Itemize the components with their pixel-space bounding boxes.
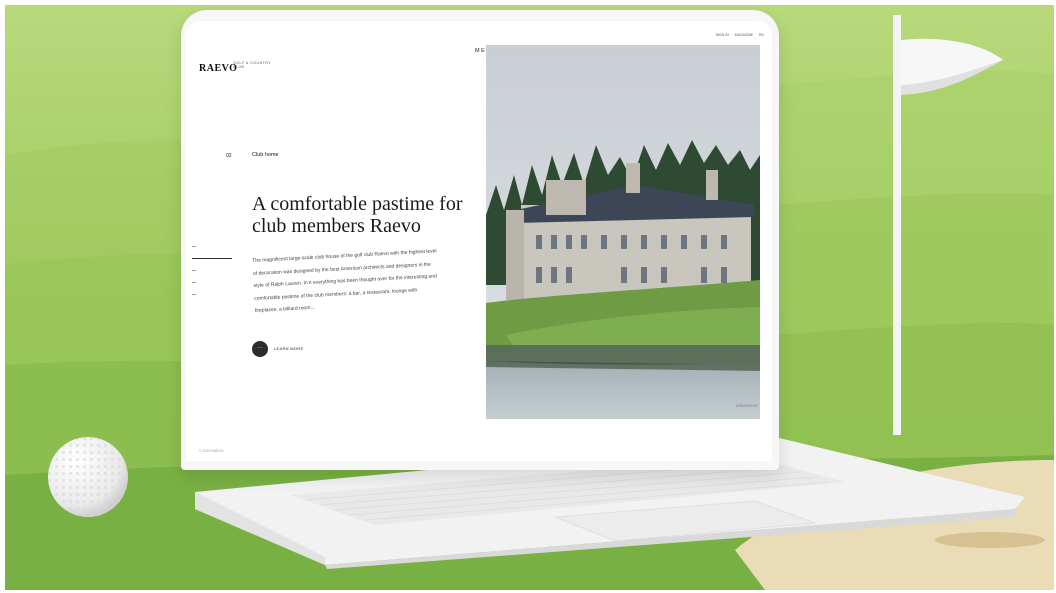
slide-nav-mark[interactable] bbox=[192, 294, 196, 295]
page-headline: A comfortable pastime for club members R… bbox=[252, 193, 463, 237]
section-name: Club home bbox=[252, 152, 279, 158]
learn-more-button[interactable]: ··· bbox=[252, 341, 268, 357]
scene-background: RAEVO GOLF & COUNTRY CLUB MENU SIGN IN M… bbox=[5, 5, 1054, 590]
credits-link[interactable]: CREATED BY bbox=[736, 404, 758, 408]
copyright-text: © 2019 RAEVO bbox=[199, 449, 224, 453]
slide-nav-mark[interactable] bbox=[192, 282, 196, 283]
site-logo[interactable]: RAEVO bbox=[199, 63, 237, 74]
top-nav: SIGN IN MAGAZINE RU bbox=[716, 33, 764, 37]
slide-nav-mark[interactable] bbox=[192, 270, 196, 271]
learn-more-label[interactable]: LEARN MORE bbox=[274, 346, 303, 351]
body-paragraph: The magnificent large-scale club house o… bbox=[252, 248, 437, 314]
section-number: 02 bbox=[226, 153, 232, 159]
golf-flag-icon bbox=[893, 15, 1003, 435]
site-logo-subtitle: GOLF & COUNTRY CLUB bbox=[233, 61, 271, 69]
topnav-language[interactable]: RU bbox=[759, 33, 764, 37]
laptop-screen: RAEVO GOLF & COUNTRY CLUB MENU SIGN IN M… bbox=[186, 21, 772, 461]
slide-nav-active[interactable] bbox=[192, 258, 232, 259]
golf-ball-icon bbox=[48, 437, 128, 517]
slide-nav-mark[interactable] bbox=[192, 246, 196, 247]
topnav-magazine[interactable]: MAGAZINE bbox=[735, 33, 753, 37]
clubhouse-photo bbox=[486, 45, 760, 419]
topnav-sign-in[interactable]: SIGN IN bbox=[716, 33, 729, 37]
